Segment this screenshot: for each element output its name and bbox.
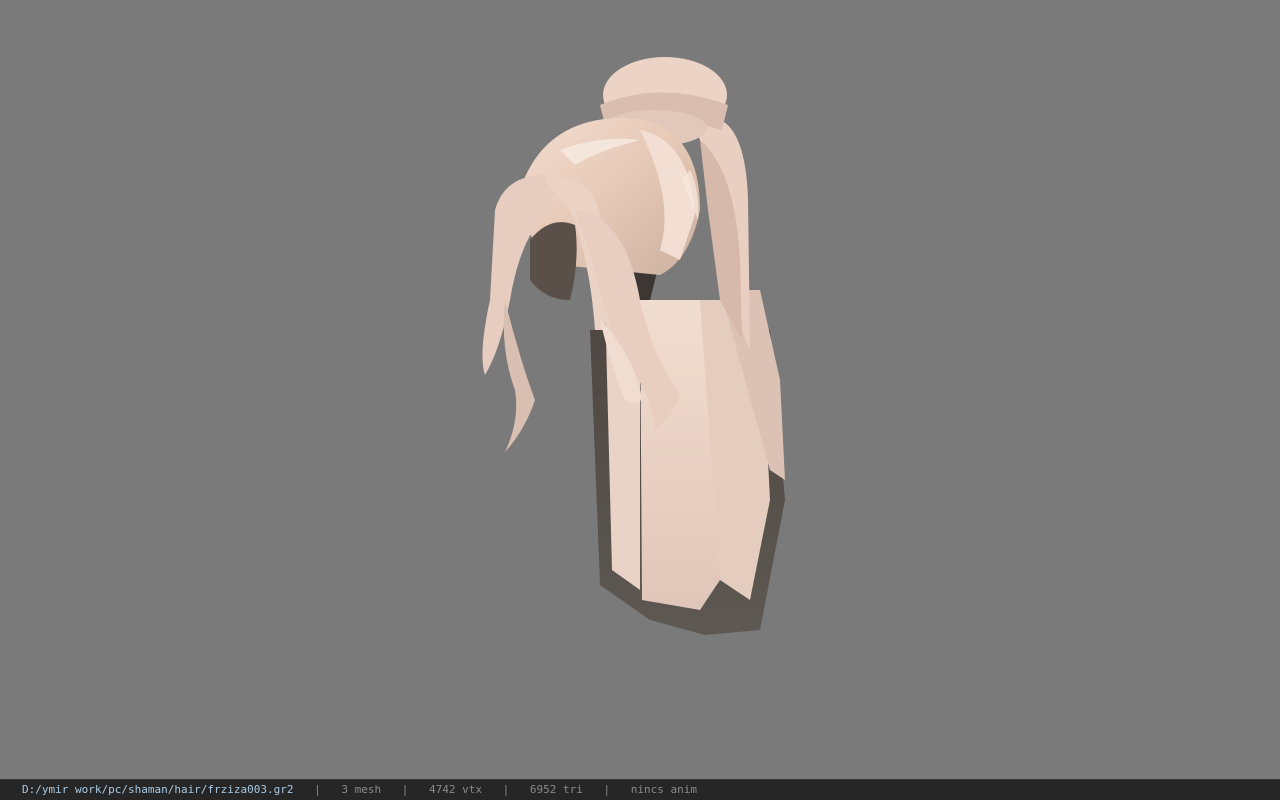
status-bar: D:/ymir work/pc/shaman/hair/frziza003.gr… xyxy=(0,779,1280,800)
separator: | xyxy=(401,783,409,796)
mesh-count: 3 mesh xyxy=(341,783,382,796)
vertex-count: 4742 vtx xyxy=(429,783,483,796)
separator: | xyxy=(314,783,321,796)
separator: | xyxy=(502,783,510,796)
hair-model-render[interactable] xyxy=(0,0,1280,779)
animation-status: nincs anim xyxy=(630,783,697,796)
separator: | xyxy=(603,783,611,796)
triangle-count: 6952 tri xyxy=(529,783,583,796)
file-path: D:/ymir work/pc/shaman/hair/frziza003.gr… xyxy=(22,783,294,796)
3d-viewport[interactable] xyxy=(0,0,1280,779)
